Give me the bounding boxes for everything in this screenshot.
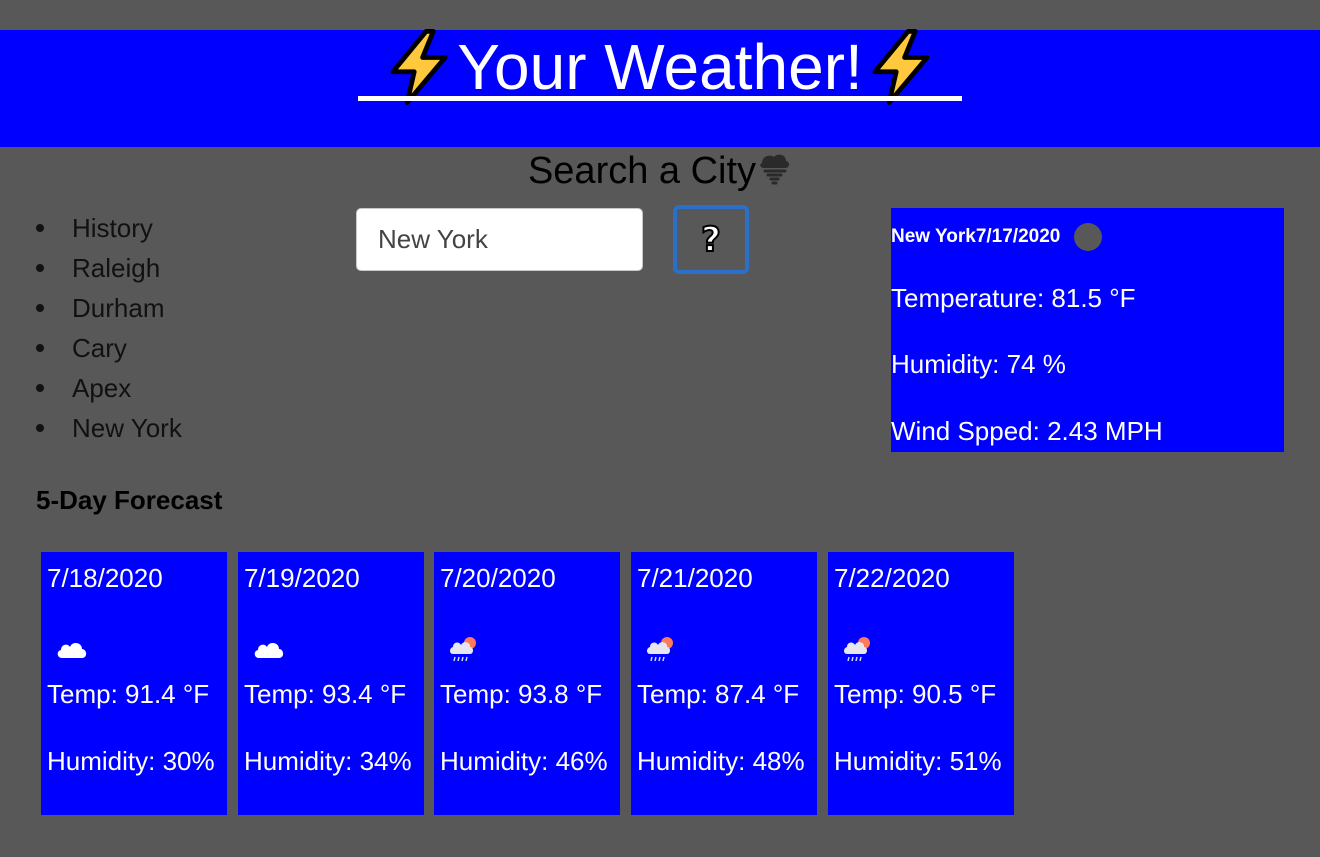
forecast-date: 7/19/2020 [244, 563, 360, 593]
lightning-bolt-icon [381, 29, 457, 105]
forecast-date: 7/21/2020 [637, 563, 753, 593]
history-item-raleigh[interactable]: Raleigh [36, 248, 182, 288]
history-item-label: Apex [72, 373, 132, 403]
cloud-icon [250, 634, 288, 664]
current-temperature: Temperature: 81.5 °F [891, 283, 1136, 313]
history-item-label: Raleigh [72, 253, 161, 283]
current-city-date: New York7/17/2020 [891, 226, 1061, 247]
bullet [36, 224, 44, 232]
current-wind-speed: Wind Spped: 2.43 MPH [891, 416, 1163, 446]
history-item-label: Cary [72, 333, 127, 363]
forecast-card: 7/18/2020 Temp: 91.4 °F Humidity: 30% [41, 552, 227, 815]
forecast-temp: Temp: 91.4 °F [47, 679, 210, 709]
forecast-card: 7/22/2020 Temp: 90.5 °F Humidity: 51% [828, 552, 1014, 815]
forecast-humidity: Humidity: 30% [47, 746, 215, 776]
bullet [36, 344, 44, 352]
current-weather-card: New York7/17/2020 Temperature: 81.5 °F H… [891, 208, 1284, 452]
history-item-apex[interactable]: Apex [36, 368, 182, 408]
history-item-heading: History [36, 208, 182, 248]
forecast-date: 7/20/2020 [440, 563, 556, 593]
history-item-label: New York [72, 413, 182, 443]
forecast-temp: Temp: 93.4 °F [244, 679, 407, 709]
search-heading: Search a City [0, 148, 1320, 194]
bullet [36, 384, 44, 392]
rain-sun-icon [643, 634, 681, 664]
history-item-label: Durham [72, 293, 165, 323]
rain-sun-icon [840, 634, 878, 664]
search-heading-text: Search a City [527, 150, 757, 192]
tornado-icon [756, 151, 792, 187]
weather-dashboard: Your Weather! Search a City History Rale… [0, 0, 1320, 857]
bullet [36, 304, 44, 312]
forecast-temp: Temp: 93.8 °F [440, 679, 603, 709]
bullet [36, 264, 44, 272]
history-item-new-york[interactable]: New York [36, 408, 182, 448]
cloud-icon [53, 634, 91, 664]
city-search-input[interactable] [356, 208, 643, 271]
forecast-title: 5-Day Forecast [36, 485, 223, 515]
forecast-date: 7/22/2020 [834, 563, 950, 593]
title-underline [358, 96, 962, 101]
forecast-card: 7/20/2020 Temp: 93.8 °F Humidity: 46% [434, 552, 620, 815]
page-title-text: Your Weather! [457, 31, 863, 103]
forecast-temp: Temp: 90.5 °F [834, 679, 997, 709]
search-history-list: History Raleigh Durham Cary Apex New Yor… [36, 208, 182, 448]
question-mark-icon: ? [700, 219, 722, 260]
history-item-label: History [72, 213, 153, 243]
forecast-humidity: Humidity: 46% [440, 746, 608, 776]
forecast-card: 7/21/2020 Temp: 87.4 °F Humidity: 48% [631, 552, 817, 815]
history-item-durham[interactable]: Durham [36, 288, 182, 328]
bullet [36, 424, 44, 432]
rain-sun-icon [446, 634, 484, 664]
weather-icon-placeholder [1074, 223, 1103, 251]
history-item-cary[interactable]: Cary [36, 328, 182, 368]
forecast-humidity: Humidity: 51% [834, 746, 1002, 776]
forecast-card: 7/19/2020 Temp: 93.4 °F Humidity: 34% [238, 552, 424, 815]
lightning-bolt-icon [863, 29, 939, 105]
forecast-humidity: Humidity: 34% [244, 746, 412, 776]
forecast-date: 7/18/2020 [47, 563, 163, 593]
current-humidity: Humidity: 74 % [891, 349, 1066, 379]
current-weather-header: New York7/17/2020 [891, 222, 1103, 252]
forecast-humidity: Humidity: 48% [637, 746, 805, 776]
search-button[interactable]: ? [673, 205, 749, 274]
page-title: Your Weather! [358, 29, 962, 105]
forecast-temp: Temp: 87.4 °F [637, 679, 800, 709]
